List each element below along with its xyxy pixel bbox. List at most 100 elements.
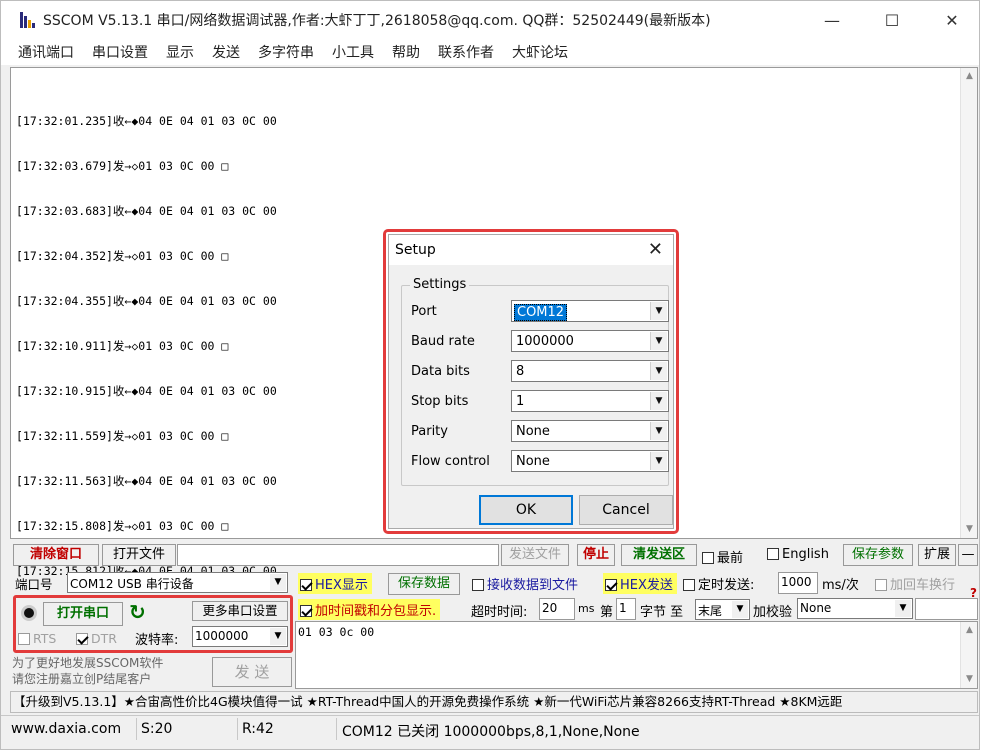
maximize-button[interactable]: ☐ — [867, 1, 917, 39]
hex-display-checkbox[interactable]: HEX显示 — [298, 573, 372, 594]
timeout-unit: ms — [578, 602, 595, 615]
expand-button[interactable]: 扩展 — [918, 544, 956, 566]
checksum-label: 加校验 — [753, 605, 793, 620]
settings-group-title: Settings — [410, 277, 470, 292]
port-row: Port COM12 ▼ — [411, 300, 669, 322]
status-website[interactable]: www.daxia.com — [11, 721, 121, 737]
clear-window-button[interactable]: 清除窗口 — [13, 544, 99, 566]
send-input-area[interactable]: 01 03 0c 00 ▲ ▼ — [295, 621, 978, 689]
topmost-checkbox[interactable]: 最前 — [702, 547, 743, 566]
save-params-button[interactable]: 保存参数 — [843, 544, 913, 566]
hex-send-label: HEX发送 — [620, 578, 673, 593]
cancel-button[interactable]: Cancel — [579, 495, 673, 525]
menu-forum[interactable]: 大虾论坛 — [512, 42, 568, 62]
send-text: 01 03 0c 00 — [298, 625, 375, 639]
dropdown-arrow-icon: ▼ — [270, 574, 286, 591]
timeout-label: 超时时间: — [471, 605, 528, 620]
scroll-down-icon[interactable]: ▼ — [961, 521, 978, 538]
baud-row: Baud rate 1000000 ▼ — [411, 330, 669, 352]
byte-start-input[interactable]: 1 — [616, 598, 636, 620]
send-button[interactable]: 发 送 — [212, 657, 292, 687]
menu-comm-port[interactable]: 通讯端口 — [18, 42, 74, 62]
chevron-down-icon: ▼ — [650, 422, 667, 440]
crlf-label: 加回车换行 — [890, 578, 956, 593]
menu-send[interactable]: 发送 — [212, 42, 240, 62]
close-icon[interactable]: ✕ — [648, 239, 663, 260]
send-file-button[interactable]: 发送文件 — [501, 544, 569, 566]
menu-help[interactable]: 帮助 — [392, 42, 420, 62]
dropdown-arrow-icon: ▼ — [895, 600, 911, 617]
log-line: [17:32:10.911]发→◇01 03 0C 00 □ — [16, 339, 229, 353]
ok-button[interactable]: OK — [479, 495, 573, 525]
setup-dialog-highlight: Setup ✕ Settings Port COM12 ▼ Baud rate 1… — [383, 229, 679, 534]
checksum-extra-field[interactable] — [915, 598, 978, 620]
port-dropdown-value: COM12 — [514, 304, 568, 321]
stop-button[interactable]: 停止 — [577, 544, 615, 566]
receive-scrollbar[interactable]: ▲ ▼ — [960, 68, 977, 538]
port-dropdown[interactable]: COM12 ▼ — [511, 300, 669, 322]
status-divider — [237, 718, 238, 740]
parity-dropdown[interactable]: None ▼ — [511, 420, 669, 442]
background-window-edge — [981, 0, 990, 750]
baud-dropdown[interactable]: 1000000 ▼ — [511, 330, 669, 352]
promo-line: 请您注册嘉立创P结尾客户 — [12, 672, 152, 686]
flow-dropdown[interactable]: None ▼ — [511, 450, 669, 472]
stopbits-dropdown-value: 1 — [516, 394, 525, 409]
timeout-input[interactable]: 20 — [539, 598, 575, 620]
log-line: [17:32:15.808]发→◇01 03 0C 00 □ — [16, 519, 229, 533]
log-line: [17:32:10.915]收←◆04 0E 04 01 03 0C 00 — [16, 384, 277, 398]
send-scrollbar[interactable]: ▲ ▼ — [960, 622, 977, 688]
promo-line: 为了更好地发展SSCOM软件 — [12, 656, 164, 670]
stopbits-dropdown[interactable]: 1 ▼ — [511, 390, 669, 412]
flow-row: Flow control None ▼ — [411, 450, 669, 472]
checksum-value: None — [800, 601, 832, 615]
recv-to-file-checkbox[interactable]: 接收数据到文件 — [472, 574, 578, 593]
port-select[interactable]: COM12 USB 串行设备 ▼ — [67, 572, 288, 593]
promo-text: 为了更好地发展SSCOM软件 请您注册嘉立创P结尾客户 — [12, 655, 163, 687]
close-button[interactable]: ✕ — [927, 1, 977, 39]
interval-input[interactable]: 1000 — [778, 572, 818, 594]
log-line: [17:32:11.563]收←◆04 0E 04 01 03 0C 00 — [16, 474, 277, 488]
english-checkbox[interactable]: English — [767, 547, 829, 562]
receive-log: [17:32:01.235]收←◆04 0E 04 01 03 0C 00 [1… — [16, 84, 277, 609]
checkbox-icon — [683, 579, 695, 591]
status-divider — [336, 718, 337, 740]
chevron-down-icon: ▼ — [650, 302, 667, 320]
file-path-input[interactable] — [177, 544, 499, 566]
byte-end-select[interactable]: 末尾 ▼ — [695, 599, 750, 620]
log-line: [17:32:11.559]发→◇01 03 0C 00 □ — [16, 429, 229, 443]
status-divider — [136, 718, 137, 740]
parity-field-label: Parity — [411, 424, 448, 439]
menu-serial-settings[interactable]: 串口设置 — [92, 42, 148, 62]
checkbox-icon — [605, 579, 617, 591]
stopbits-row: Stop bits 1 ▼ — [411, 390, 669, 412]
scroll-up-icon[interactable]: ▲ — [961, 68, 978, 85]
databits-dropdown[interactable]: 8 ▼ — [511, 360, 669, 382]
clear-send-button[interactable]: 清发送区 — [621, 544, 697, 566]
checksum-select[interactable]: None ▼ — [797, 598, 913, 619]
checkbox-icon — [767, 548, 779, 560]
scroll-down-icon[interactable]: ▼ — [961, 671, 978, 688]
setup-dialog: Setup ✕ Settings Port COM12 ▼ Baud rate 1… — [388, 234, 674, 529]
timed-send-checkbox[interactable]: 定时发送: — [683, 574, 754, 593]
menu-tools[interactable]: 小工具 — [332, 42, 374, 62]
sscom-window: SSCOM V5.13.1 串口/网络数据调试器,作者:大虾丁丁,2618058… — [0, 0, 980, 750]
save-data-button[interactable]: 保存数据 — [388, 573, 460, 595]
scroll-up-icon[interactable]: ▲ — [961, 622, 978, 639]
log-line: [17:32:04.355]收←◆04 0E 04 01 03 0C 00 — [16, 294, 277, 308]
crlf-checkbox[interactable]: 加回车换行 — [875, 574, 955, 593]
checkbox-icon — [300, 605, 312, 617]
collapse-button[interactable]: — — [958, 544, 978, 566]
setup-dialog-title: Setup — [395, 242, 436, 258]
news-ticker[interactable]: 【升级到V5.13.1】★合宙高性价比4G模块值得一试 ★RT-Thread中国… — [10, 691, 978, 713]
open-file-button[interactable]: 打开文件 — [102, 544, 176, 566]
menu-multi-string[interactable]: 多字符串 — [258, 42, 314, 62]
hex-send-checkbox[interactable]: HEX发送 — [603, 573, 677, 594]
checkbox-icon — [875, 579, 887, 591]
timestamp-checkbox[interactable]: 加时间戳和分包显示. — [298, 599, 441, 620]
menu-contact-author[interactable]: 联系作者 — [438, 42, 494, 62]
status-received-count: R:42 — [242, 721, 274, 737]
menu-display[interactable]: 显示 — [166, 42, 194, 62]
dropdown-arrow-icon: ▼ — [732, 601, 748, 618]
minimize-button[interactable]: — — [807, 1, 857, 39]
